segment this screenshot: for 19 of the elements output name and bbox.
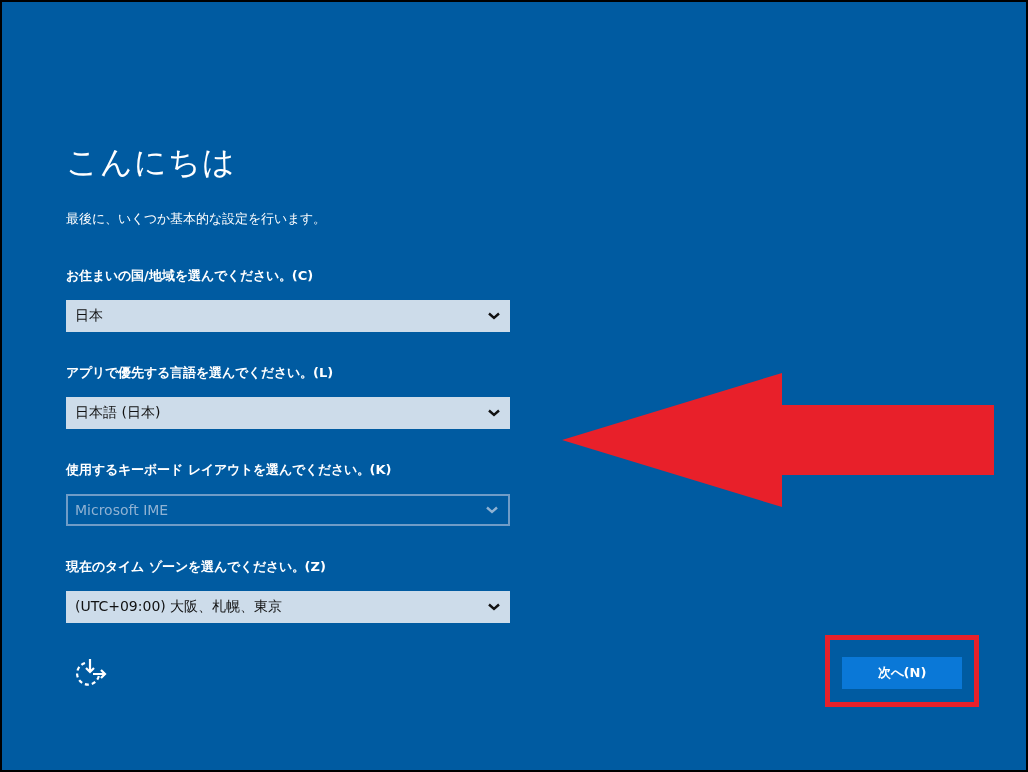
- dropdown-field[interactable]: (UTC+09:00) 大阪、札幌、東京: [66, 591, 510, 623]
- greeting-heading: こんにちは: [66, 142, 237, 182]
- chevron-down-icon: [486, 506, 498, 514]
- field-label: アプリで優先する言語を選んでください。(L): [66, 364, 335, 382]
- dropdown-field[interactable]: 日本語 (日本): [66, 397, 510, 429]
- dropdown-value: Microsoft IME: [75, 502, 169, 518]
- chevron-down-icon: [488, 409, 500, 417]
- intro-text: 最後に、いくつか基本的な設定を行います。: [66, 210, 327, 228]
- dropdown-value: (UTC+09:00) 大阪、札幌、東京: [75, 598, 283, 616]
- next-button[interactable]: 次へ(N): [842, 657, 962, 689]
- field-label: 使用するキーボード レイアウトを選んでください。(K): [66, 461, 393, 479]
- dropdown-field[interactable]: 日本: [66, 300, 510, 332]
- field-label: 現在のタイム ゾーンを選んでください。(Z): [66, 558, 327, 576]
- chevron-down-icon: [488, 312, 500, 320]
- dropdown-value: 日本語 (日本): [75, 404, 161, 422]
- chevron-down-icon: [488, 603, 500, 611]
- field-label: お住まいの国/地域を選んでください。(C): [66, 267, 315, 285]
- dropdown-value: 日本: [75, 307, 103, 325]
- ease-of-access-icon[interactable]: [73, 657, 107, 689]
